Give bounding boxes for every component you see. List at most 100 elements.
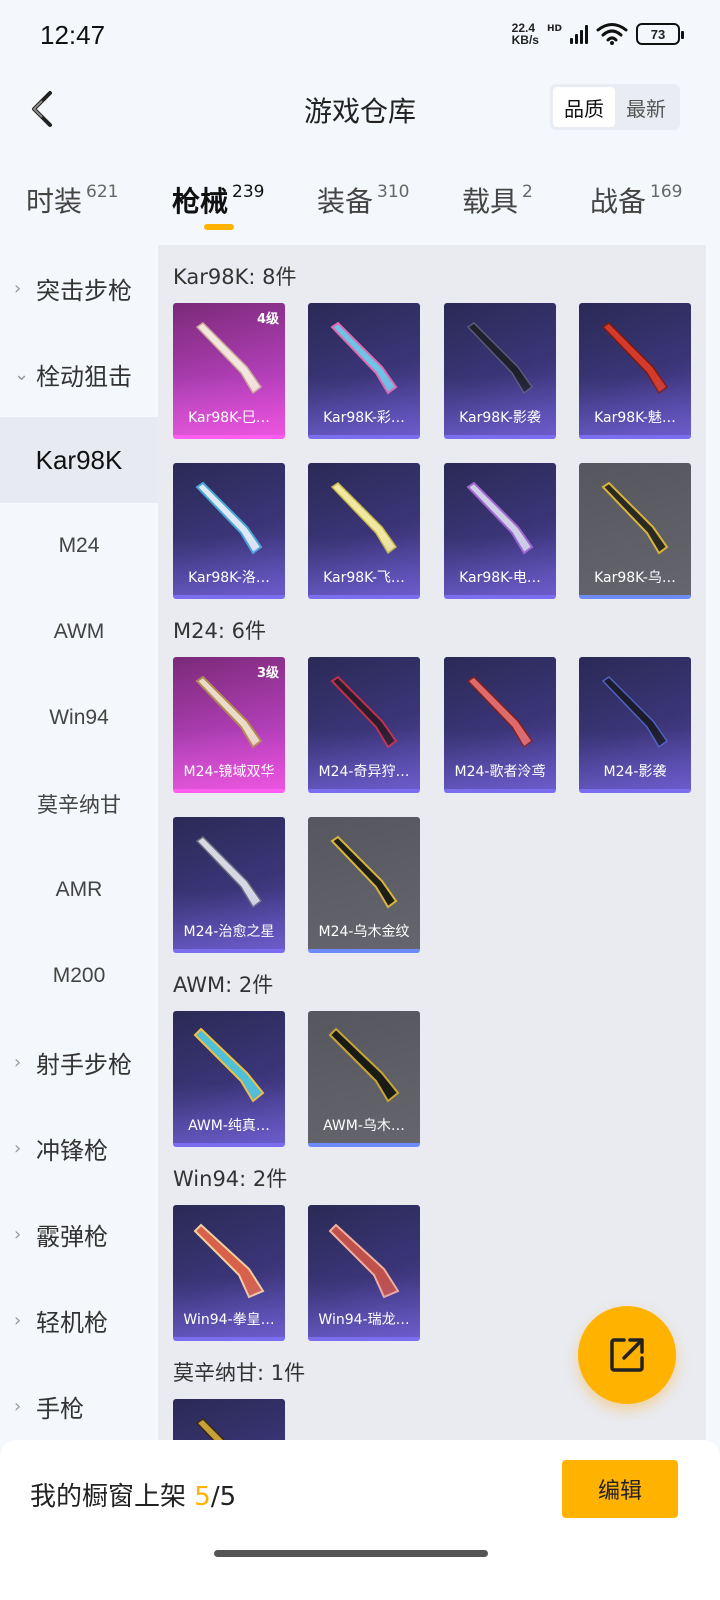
- skin-label: Kar98K-洛…: [188, 570, 270, 586]
- tab-weapons[interactable]: 枪械 239: [172, 180, 264, 220]
- net-speed-unit: KB/s: [511, 33, 539, 47]
- skin-card[interactable]: 4级 Kar98K-巳…: [173, 303, 285, 439]
- sidebar-item-win94[interactable]: Win94: [0, 675, 158, 761]
- battery-icon: 73: [636, 23, 684, 45]
- sidebar-group-label: 手枪: [36, 1394, 84, 1423]
- skin-card[interactable]: [173, 1399, 285, 1440]
- skin-label: Kar98K-彩…: [323, 410, 405, 426]
- section-title-awm: AWM: 2件: [173, 973, 274, 997]
- sidebar-group-label: 射手步枪: [36, 1050, 132, 1079]
- net-speed: 22.4 KB/s: [512, 22, 539, 46]
- tab-vehicles[interactable]: 载具 2: [462, 180, 533, 220]
- share-button[interactable]: [578, 1306, 676, 1404]
- chevron-right-icon: ›: [14, 1051, 22, 1073]
- skin-label: M24-治愈之星: [183, 924, 275, 940]
- rifle-icon: [195, 1418, 226, 1440]
- sidebar-item-kar98k[interactable]: Kar98K: [0, 417, 158, 503]
- sidebar-group-label: 霰弹枪: [36, 1222, 108, 1251]
- sidebar-group-label: 冲锋枪: [36, 1136, 108, 1165]
- chevron-right-icon: ›: [14, 1223, 22, 1245]
- tab-label: 枪械: [172, 185, 229, 218]
- chevron-right-icon: ›: [14, 1395, 22, 1417]
- skin-label: Kar98K-飞…: [323, 570, 405, 586]
- tab-label: 装备: [317, 185, 374, 218]
- sidebar-group-label: 轻机枪: [36, 1308, 108, 1337]
- status-bar: 12:47 22.4 KB/s HD 73: [0, 0, 720, 78]
- tab-count: 169: [650, 182, 683, 202]
- share-icon: [610, 1338, 644, 1372]
- bottom-bar: 我的橱窗上架 5/5 编辑: [0, 1440, 720, 1600]
- hd-badge: HD: [546, 24, 562, 34]
- category-tabs: 时装 621 枪械 239 装备 310 载具 2 战备 169: [0, 168, 720, 238]
- skin-label: Kar98K-巳…: [188, 410, 270, 426]
- chevron-down-icon: ⌄: [14, 363, 30, 385]
- rifle-icon: [601, 481, 669, 555]
- chevron-right-icon: ›: [14, 1137, 22, 1159]
- skin-card[interactable]: M24-奇异狩…: [308, 657, 420, 793]
- sidebar-group-shotgun[interactable]: › 霰弹枪: [0, 1191, 158, 1277]
- skin-label: AWM-纯真…: [188, 1118, 270, 1134]
- section-title-mosin: 莫辛纳甘: 1件: [173, 1361, 306, 1385]
- sort-newest-button[interactable]: 最新: [615, 87, 677, 127]
- skin-card[interactable]: M24-乌木金纹: [308, 817, 420, 953]
- active-tab-indicator: [204, 224, 234, 230]
- sort-quality-button[interactable]: 品质: [553, 87, 615, 127]
- skin-card[interactable]: Kar98K-飞…: [308, 463, 420, 599]
- skin-card[interactable]: M24-影袭: [579, 657, 691, 793]
- sidebar-item-awm[interactable]: AWM: [0, 589, 158, 675]
- sidebar-item-mosin[interactable]: 莫辛纳甘: [0, 761, 158, 847]
- edit-button[interactable]: 编辑: [562, 1460, 678, 1518]
- inventory-grid: Kar98K: 8件 M24: 6件 AWM: 2件 Win94: 2件 莫辛纳…: [158, 245, 706, 1440]
- shelf-total: /5: [210, 1482, 237, 1512]
- rifle-icon: [328, 1027, 400, 1103]
- skin-card[interactable]: Kar98K-电…: [444, 463, 556, 599]
- skin-card[interactable]: M24-歌者泠鸢: [444, 657, 556, 793]
- sidebar-group-pistol[interactable]: › 手枪: [0, 1363, 158, 1449]
- home-indicator[interactable]: [214, 1550, 488, 1557]
- skin-card[interactable]: AWM-乌木…: [308, 1011, 420, 1147]
- tab-count: 621: [86, 182, 119, 202]
- skin-card[interactable]: Kar98K-彩…: [308, 303, 420, 439]
- skin-card[interactable]: Kar98K-影袭: [444, 303, 556, 439]
- tab-supplies[interactable]: 战备 169: [590, 180, 682, 220]
- rifle-icon: [330, 835, 398, 909]
- skin-label: Kar98K-乌…: [594, 570, 676, 586]
- level-badge: 3级: [256, 666, 279, 681]
- skin-card[interactable]: Kar98K-魅…: [579, 303, 691, 439]
- sidebar-item-amr[interactable]: AMR: [0, 847, 158, 933]
- sidebar-group-bolt-snipers[interactable]: ⌄ 栓动狙击: [0, 331, 158, 417]
- skin-label: Kar98K-电…: [459, 570, 541, 586]
- skin-card[interactable]: Kar98K-洛…: [173, 463, 285, 599]
- wifi-icon: [596, 23, 628, 45]
- skin-card[interactable]: Win94-拳皇…: [173, 1205, 285, 1341]
- tab-count: 2: [522, 182, 533, 202]
- skin-card[interactable]: 3级 M24-镜域双华: [173, 657, 285, 793]
- skin-label: Kar98K-影袭: [459, 410, 541, 426]
- section-title-m24: M24: 6件: [173, 619, 266, 643]
- chevron-right-icon: ›: [14, 1309, 22, 1331]
- skin-card[interactable]: M24-治愈之星: [173, 817, 285, 953]
- sidebar-item-m24[interactable]: M24: [0, 503, 158, 589]
- tab-label: 载具: [462, 185, 519, 218]
- sidebar-group-lmg[interactable]: › 轻机枪: [0, 1277, 158, 1363]
- shelf-used-count: 5: [194, 1482, 211, 1512]
- sidebar-item-m200[interactable]: M200: [0, 933, 158, 1019]
- skin-label: M24-影袭: [603, 764, 667, 780]
- skin-label: Kar98K-魅…: [594, 410, 676, 426]
- skin-card[interactable]: Kar98K-乌…: [579, 463, 691, 599]
- skin-card[interactable]: AWM-纯真…: [173, 1011, 285, 1147]
- tab-fashion[interactable]: 时装 621: [26, 180, 118, 220]
- skin-label: Win94-拳皇…: [183, 1312, 275, 1328]
- tab-equipment[interactable]: 装备 310: [317, 180, 409, 220]
- sidebar-group-assault-rifles[interactable]: › 突击步枪: [0, 245, 158, 331]
- skin-label: M24-奇异狩…: [318, 764, 410, 780]
- tab-count: 239: [232, 182, 265, 202]
- sidebar-group-label: 栓动狙击: [36, 362, 132, 391]
- chevron-right-icon: ›: [14, 277, 22, 299]
- weapon-type-sidebar: › 突击步枪 ⌄ 栓动狙击 Kar98K M24 AWM Win94 莫辛纳甘 …: [0, 245, 158, 1440]
- section-title-kar98k: Kar98K: 8件: [173, 265, 297, 289]
- skin-label: M24-乌木金纹: [318, 924, 410, 940]
- skin-card[interactable]: Win94-瑞龙…: [308, 1205, 420, 1341]
- sidebar-group-marksman[interactable]: › 射手步枪: [0, 1019, 158, 1105]
- sidebar-group-smg[interactable]: › 冲锋枪: [0, 1105, 158, 1191]
